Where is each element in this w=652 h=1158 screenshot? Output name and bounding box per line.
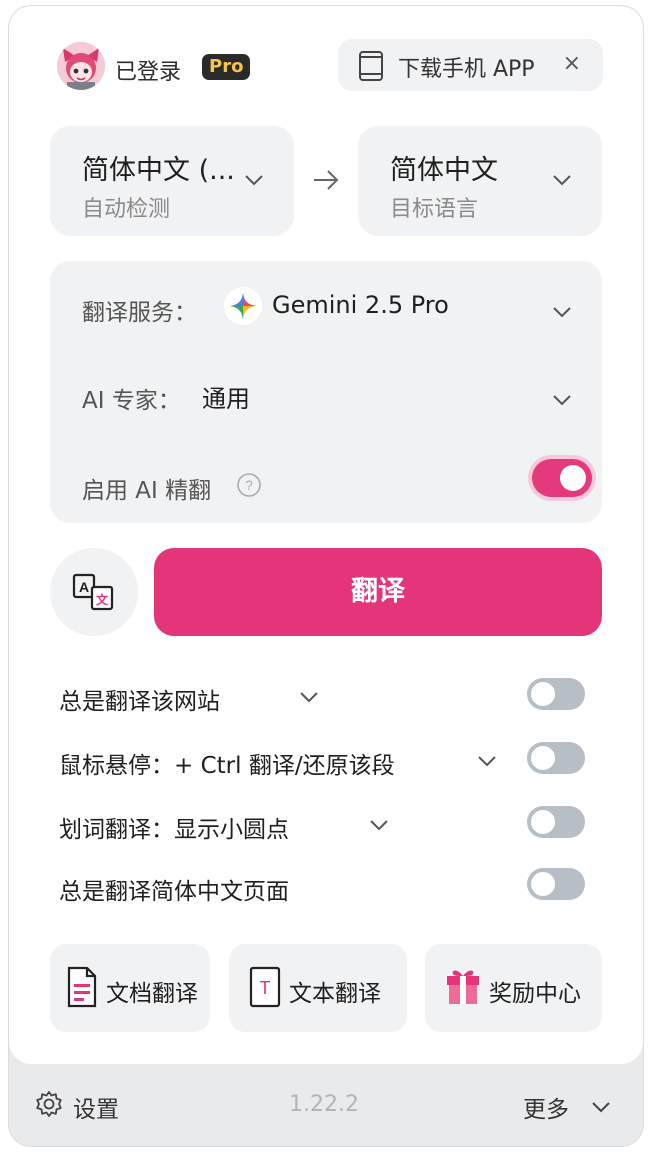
- gemini-icon: [224, 287, 262, 325]
- doc-translate-label: 文档翻译: [106, 981, 198, 1007]
- translate-mode-button[interactable]: A 文: [50, 548, 138, 636]
- arrow-right-icon: [312, 169, 340, 195]
- target-language-name: 简体中文: [390, 155, 498, 186]
- text-translate-button[interactable]: T 文本翻译: [229, 944, 407, 1032]
- document-icon: [66, 966, 98, 1012]
- option-row-always-translate-site: 总是翻译该网站: [59, 678, 585, 718]
- doc-translate-button[interactable]: 文档翻译: [50, 944, 210, 1032]
- translation-settings-card: 翻译服务： Gemini 2.5 Pro AI 专家： 通用 启用 AI 精翻: [50, 261, 602, 523]
- help-icon[interactable]: ?: [236, 472, 262, 502]
- settings-button[interactable]: 设置: [73, 1090, 119, 1124]
- translate-icon: A 文: [72, 573, 114, 611]
- chevron-down-icon[interactable]: [591, 1098, 611, 1117]
- always-translate-language-toggle[interactable]: [527, 868, 585, 900]
- expert-label: AI 专家：: [82, 388, 181, 414]
- option-row-hover-translate: 鼠标悬停：+ Ctrl 翻译/还原该段: [59, 742, 585, 782]
- pro-badge: Pro: [202, 54, 251, 80]
- chevron-down-icon[interactable]: [299, 688, 319, 707]
- service-value[interactable]: Gemini 2.5 Pro: [272, 291, 449, 319]
- translate-button[interactable]: 翻译: [154, 548, 602, 636]
- refine-toggle[interactable]: [532, 459, 592, 497]
- tablet-icon: [358, 51, 384, 85]
- download-app-button[interactable]: 下载手机 APP ×: [338, 39, 603, 91]
- source-language-sub: 自动检测: [82, 197, 171, 222]
- refine-label: 启用 AI 精翻: [82, 478, 212, 504]
- main-panel: 已登录 Pro 下载手机 APP × 简体中文 (... 自动检测 简体中文 目…: [9, 6, 643, 1064]
- chevron-down-icon[interactable]: [552, 303, 572, 322]
- option-label: 总是翻译简体中文页面: [59, 879, 289, 905]
- gear-icon[interactable]: [35, 1090, 63, 1122]
- login-status: 已登录: [115, 60, 182, 85]
- target-language-sub: 目标语言: [390, 197, 479, 222]
- option-label: 总是翻译该网站: [59, 689, 220, 715]
- toggle-knob: [531, 872, 555, 896]
- footer: 设置 1.22.2 更多: [9, 1064, 643, 1146]
- hover-translate-toggle[interactable]: [527, 742, 585, 774]
- chevron-down-icon: [552, 171, 572, 190]
- text-translate-label: 文本翻译: [289, 981, 381, 1007]
- toggle-knob: [531, 682, 555, 706]
- gift-icon: [445, 966, 481, 1010]
- selection-translate-toggle[interactable]: [527, 806, 585, 838]
- rewards-center-button[interactable]: 奖励中心: [425, 944, 602, 1032]
- option-row-selection-translate: 划词翻译：显示小圆点: [59, 806, 585, 846]
- source-language-name: 简体中文 (...: [82, 155, 235, 186]
- popup-window: 已登录 Pro 下载手机 APP × 简体中文 (... 自动检测 简体中文 目…: [9, 6, 643, 1146]
- option-label: 鼠标悬停：+ Ctrl 翻译/还原该段: [59, 753, 395, 779]
- svg-text:?: ?: [245, 477, 253, 493]
- expert-value[interactable]: 通用: [202, 379, 250, 414]
- always-translate-site-toggle[interactable]: [527, 678, 585, 710]
- svg-text:文: 文: [96, 592, 109, 607]
- toggle-knob: [531, 810, 555, 834]
- header: 已登录 Pro 下载手机 APP ×: [57, 39, 603, 96]
- toggle-knob: [560, 465, 586, 491]
- target-language-select[interactable]: 简体中文 目标语言: [358, 126, 602, 236]
- chevron-down-icon: [244, 171, 264, 190]
- version-label: 1.22.2: [289, 1092, 359, 1117]
- toggle-knob: [531, 746, 555, 770]
- chevron-down-icon[interactable]: [477, 752, 497, 771]
- download-app-label: 下载手机 APP: [398, 57, 535, 82]
- text-icon: T: [249, 966, 281, 1012]
- rewards-center-label: 奖励中心: [489, 981, 581, 1007]
- option-label: 划词翻译：显示小圆点: [59, 817, 289, 843]
- more-button[interactable]: 更多: [523, 1090, 569, 1124]
- option-row-always-translate-language: 总是翻译简体中文页面: [59, 868, 585, 908]
- source-language-select[interactable]: 简体中文 (... 自动检测: [50, 126, 294, 236]
- chevron-down-icon[interactable]: [552, 391, 572, 410]
- avatar[interactable]: [57, 42, 105, 90]
- close-icon[interactable]: ×: [563, 51, 581, 76]
- svg-text:T: T: [260, 978, 271, 998]
- chevron-down-icon[interactable]: [369, 816, 389, 835]
- service-label: 翻译服务：: [82, 300, 197, 326]
- svg-text:A: A: [79, 579, 89, 595]
